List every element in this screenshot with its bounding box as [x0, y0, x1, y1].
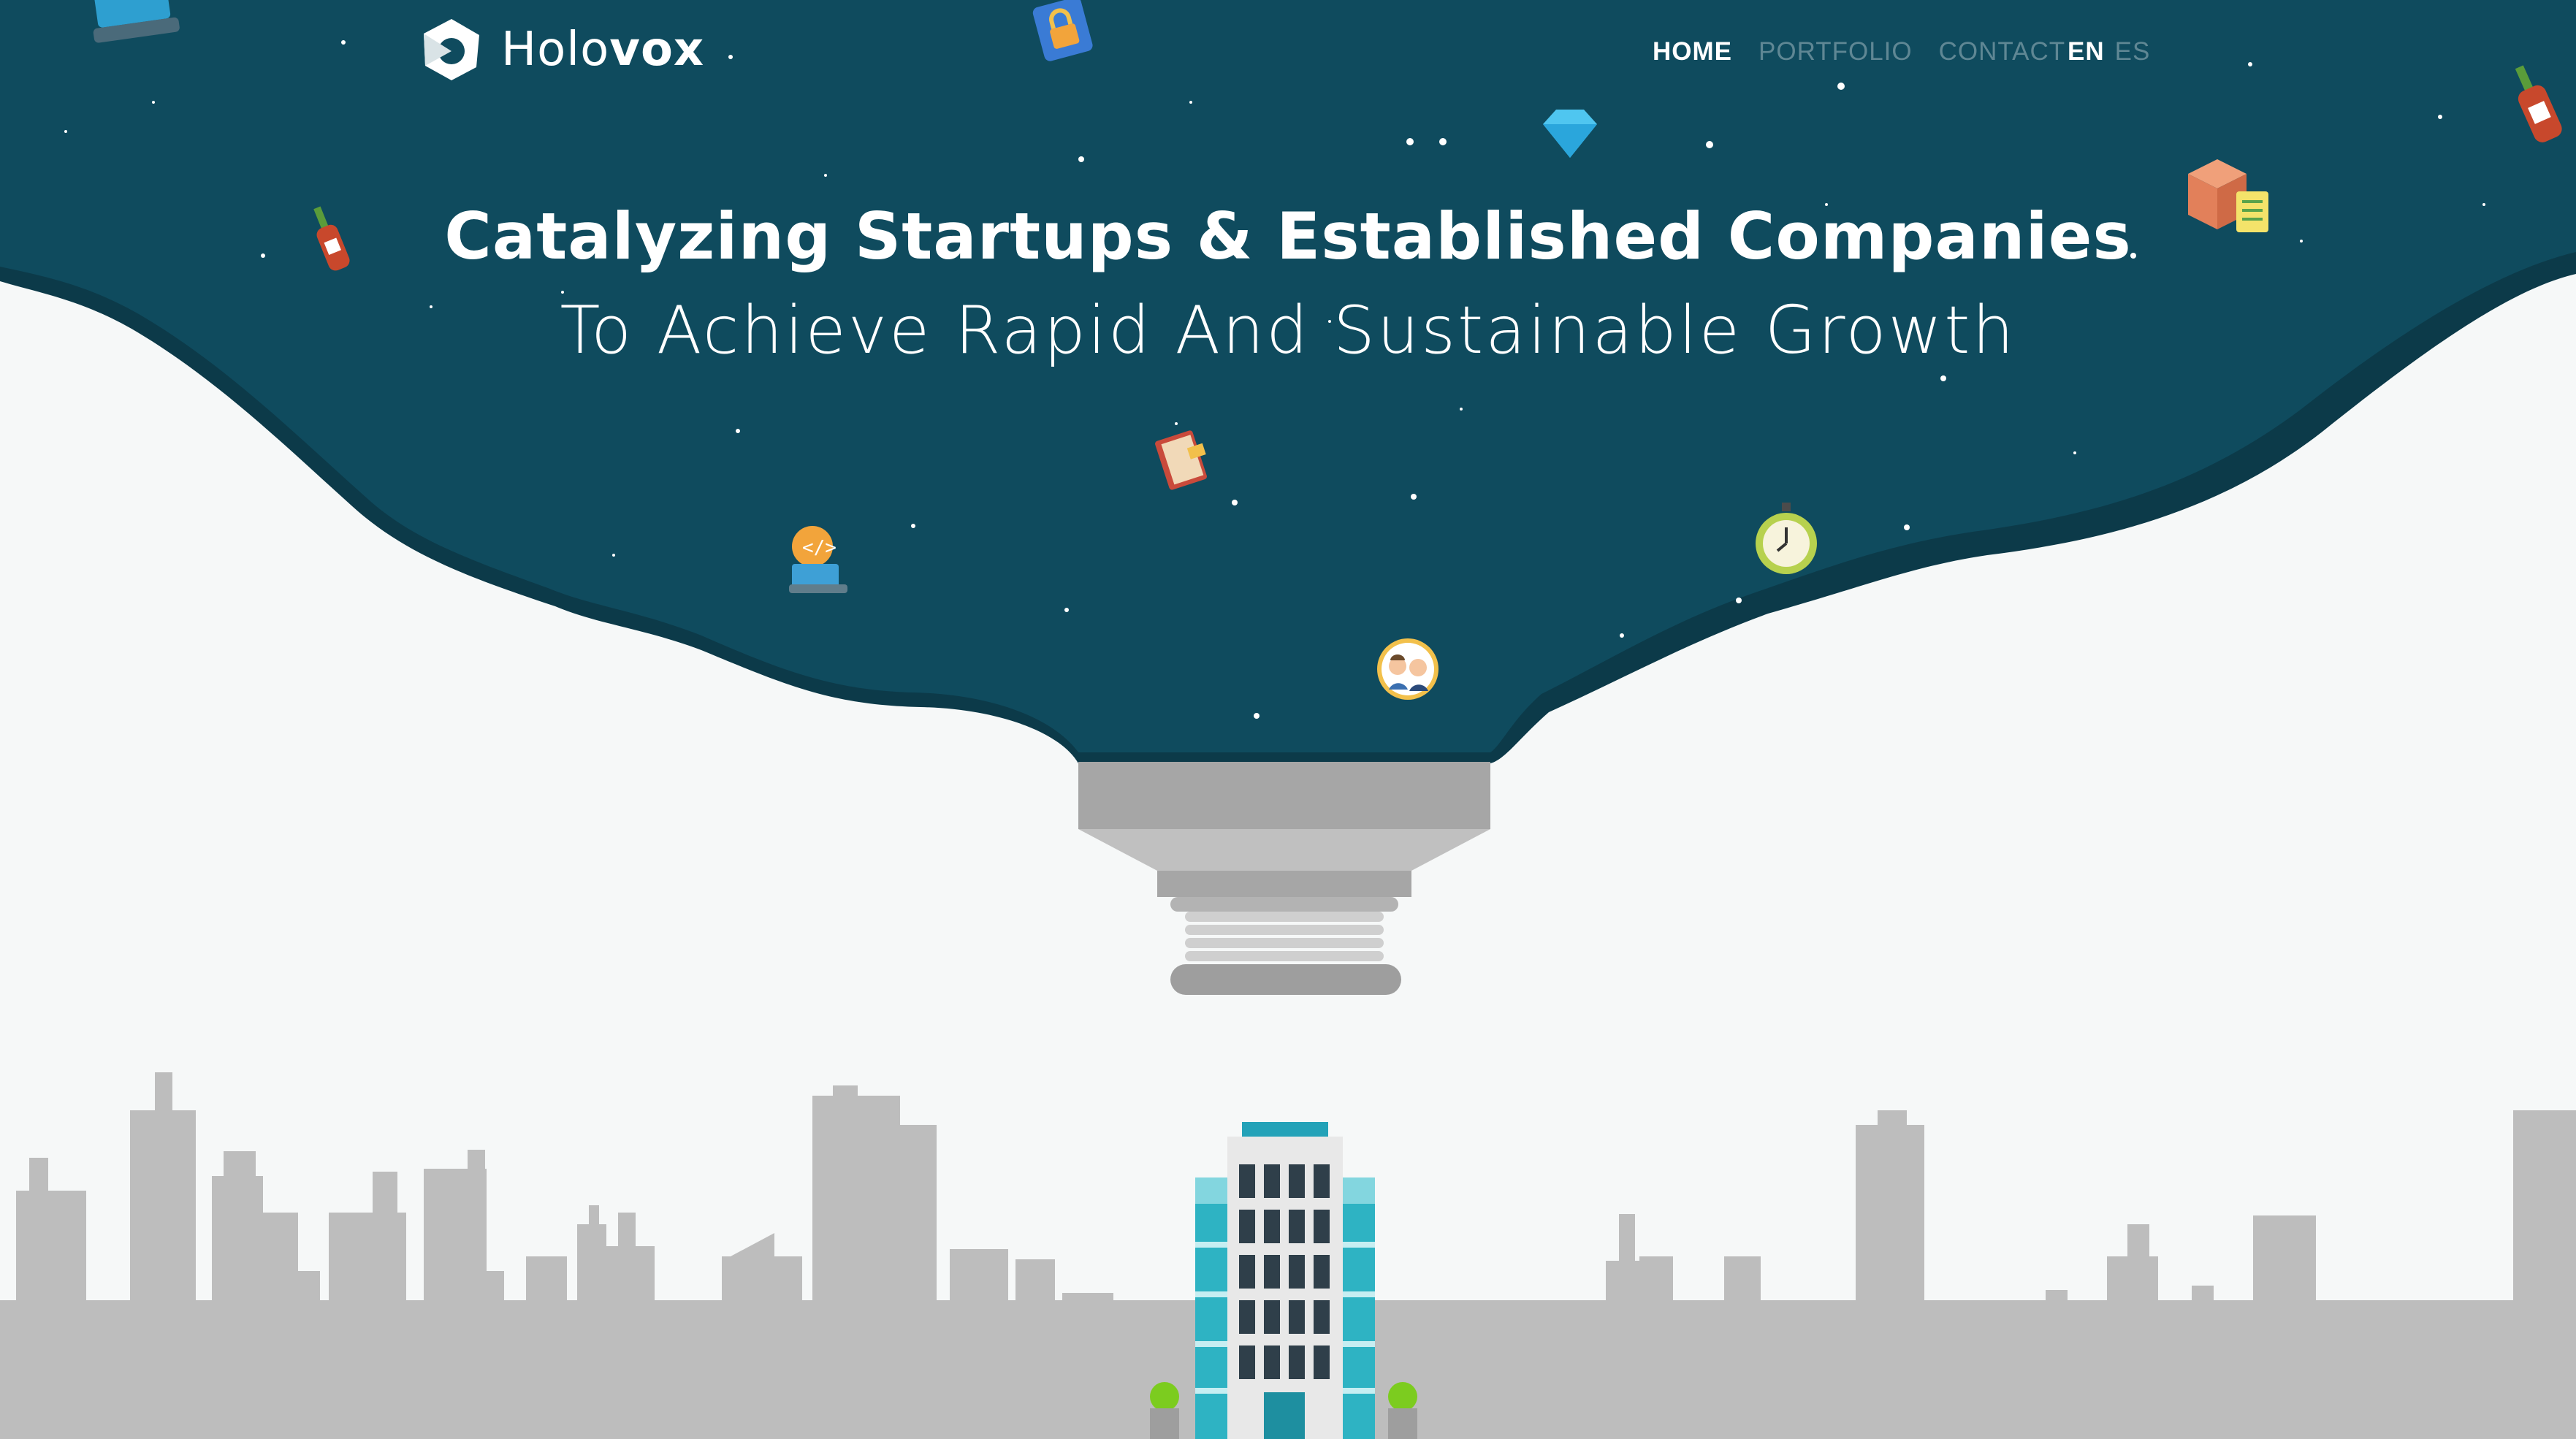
language-switcher: EN ES	[2068, 34, 2150, 70]
nav-contact[interactable]: CONTACT	[1939, 37, 2066, 66]
lang-en[interactable]: EN	[2068, 37, 2105, 66]
tree-left	[1150, 1382, 1179, 1439]
tree-right	[1388, 1382, 1417, 1439]
main-nav: HOME PORTFOLIO CONTACT	[1653, 34, 2065, 70]
nav-portfolio[interactable]: PORTFOLIO	[1758, 37, 1913, 66]
holovox-logo-icon	[424, 19, 479, 80]
brand-logo[interactable]: Holovox	[418, 13, 704, 86]
lang-es[interactable]: ES	[2115, 37, 2151, 66]
svg-text:</>: </>	[802, 537, 837, 559]
brand-name: Holovox	[501, 23, 705, 77]
nav-home[interactable]: HOME	[1653, 37, 1732, 66]
team-avatar-icon	[1377, 638, 1438, 700]
hero-subtitle: To Achieve Rapid And Sustainable Growth	[560, 292, 2016, 369]
hero-title: Catalyzing Startups & Established Compan…	[444, 199, 2132, 274]
